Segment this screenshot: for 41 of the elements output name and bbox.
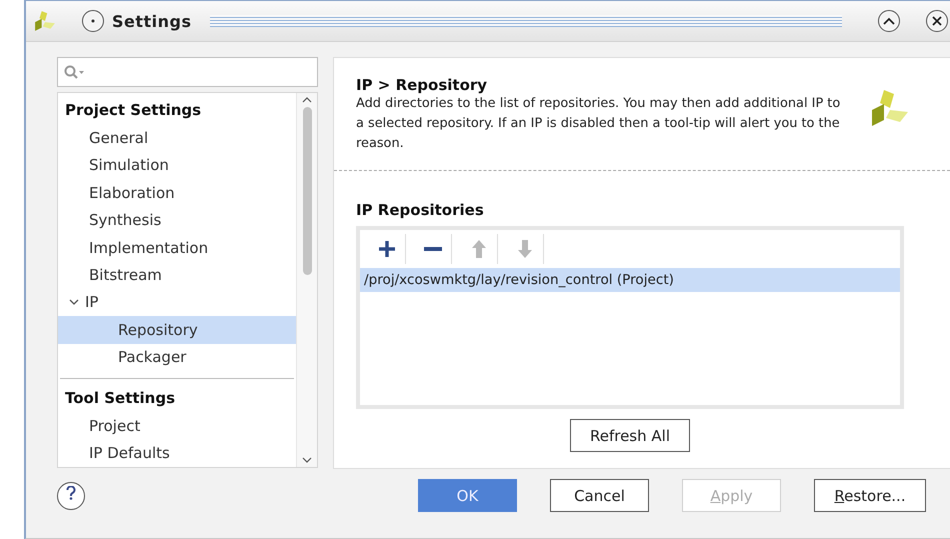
tree-item[interactable]: Implementation — [58, 234, 296, 262]
arrow-up-icon — [472, 240, 486, 258]
chevron-up-icon — [883, 17, 895, 25]
logo-icon — [34, 10, 56, 32]
minus-icon — [424, 247, 442, 251]
tree-item[interactable]: General — [58, 124, 296, 152]
logo-icon — [870, 88, 910, 128]
tree-item[interactable]: Project — [58, 412, 296, 440]
breadcrumb: IP > Repository — [356, 76, 488, 94]
tree-item[interactable]: Repository — [58, 316, 296, 344]
collapse-button[interactable] — [878, 10, 900, 32]
search-icon — [64, 65, 86, 79]
scrollbar-thumb[interactable] — [302, 107, 312, 275]
help-button[interactable] — [57, 482, 85, 510]
close-button[interactable] — [926, 10, 948, 32]
repository-row[interactable]: /proj/xcoswmktg/lay/revision_control (Project) — [360, 268, 900, 292]
restore-button[interactable]: Restore... — [814, 479, 926, 512]
scroll-down-icon — [302, 457, 312, 464]
plus-icon — [378, 240, 396, 258]
scroll-up-icon — [302, 96, 312, 103]
tree-item[interactable]: IP — [58, 288, 296, 316]
description-text: Add directories to the list of repositories. You may then add additional IP to a selected repository. If an IP is disabled then a tool-tip will alert you to the reason. — [356, 95, 842, 153]
tree-item[interactable]: Simulation — [58, 151, 296, 179]
section-title: IP Repositories — [356, 201, 485, 219]
tree-item[interactable]: Bitstream — [58, 261, 296, 289]
tree-item[interactable]: IP Defaults — [58, 440, 296, 467]
arrow-down-icon — [518, 240, 532, 258]
question-mark-icon — [66, 486, 76, 500]
tree-section-header: Tool Settings — [64, 388, 176, 410]
tree-item[interactable]: Synthesis — [58, 206, 296, 234]
window-menu-button[interactable] — [82, 10, 104, 32]
window-title: Settings — [112, 12, 192, 30]
refresh-all-button[interactable]: Refresh All — [570, 419, 690, 452]
scrollbar[interactable] — [296, 93, 317, 467]
close-icon — [932, 16, 942, 26]
dot-icon — [91, 19, 95, 23]
tree-item[interactable]: Elaboration — [58, 178, 296, 206]
search-field[interactable] — [57, 57, 318, 87]
tree-item[interactable]: Packager — [58, 344, 296, 372]
tree-section-header: Project Settings — [64, 100, 202, 121]
cancel-button[interactable]: Cancel — [550, 479, 649, 512]
